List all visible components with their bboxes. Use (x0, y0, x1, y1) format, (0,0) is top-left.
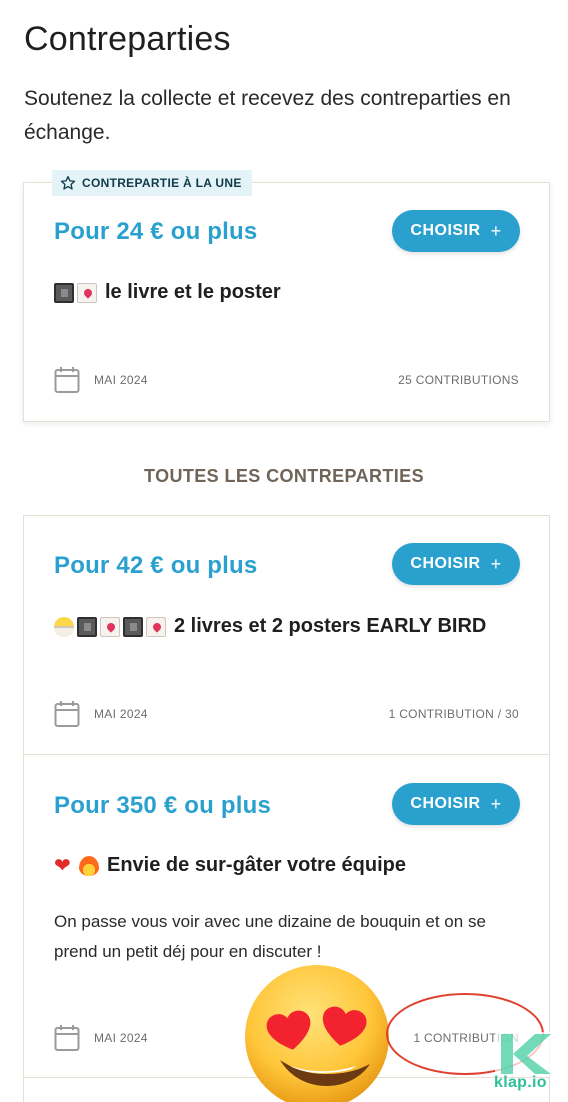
hatching-chick-emoji-icon (54, 616, 74, 637)
choose-button[interactable]: CHOISIR + (392, 543, 520, 585)
contribution-count: 1 CONTRIBUTION / 30 (388, 707, 519, 721)
choose-button[interactable]: CHOISIR + (392, 783, 520, 825)
star-icon (60, 176, 76, 190)
page-subtitle: Soutenez la collecte et recevez des cont… (24, 87, 511, 144)
book-emoji-icon (77, 616, 97, 637)
delivery-date: MAI 2024 (94, 1031, 148, 1045)
plus-icon: + (490, 793, 502, 814)
calendar-icon (54, 1025, 80, 1051)
watermark-text: klap.io (494, 1074, 547, 1091)
choose-button-label: CHOISIR (410, 222, 481, 239)
reward-title: 2 livres et 2 posters EARLY BIRD (174, 615, 487, 637)
reward-title-row: Envie de sur-gâter votre équipe (54, 853, 406, 878)
plus-icon: + (490, 553, 502, 574)
reward-emojis (54, 616, 166, 637)
calendar-icon (54, 701, 80, 727)
delivery-date: MAI 2024 (94, 373, 148, 387)
book-emoji-icon (54, 282, 74, 303)
page-title: Contreparties (24, 20, 231, 58)
reward-meta: MAI 2024 1 CONTRIBUTION / 30 (54, 700, 519, 728)
section-heading: TOUTES LES CONTREPARTIES (144, 466, 424, 486)
book-emoji-icon (123, 616, 143, 637)
delivery-date: MAI 2024 (94, 707, 148, 721)
plus-icon: + (490, 220, 502, 241)
fire-emoji-icon (79, 855, 99, 876)
choose-button-label: CHOISIR (410, 555, 481, 572)
reward-title-row: 2 livres et 2 posters EARLY BIRD (54, 615, 486, 638)
reward-price: Pour 42 € ou plus (54, 552, 258, 579)
featured-reward-card: CONTREPARTIE À LA UNE Pour 24 € ou plus … (23, 170, 550, 422)
reward-title: Envie de sur-gâter votre équipe (107, 854, 406, 876)
featured-badge: CONTREPARTIE À LA UNE (52, 170, 252, 196)
reward-card: Pour 42 € ou plus CHOISIR + 2 livres et … (23, 515, 550, 755)
contribution-count: 25 CONTRIBUTIONS (398, 373, 519, 387)
reward-emojis (54, 282, 97, 303)
calendar-icon (54, 367, 80, 393)
reward-emojis (54, 853, 99, 878)
choose-button-label: CHOISIR (410, 795, 481, 812)
love-letter-emoji-icon (100, 616, 120, 637)
reward-title-row: le livre et le poster (54, 281, 281, 304)
red-heart-emoji-icon (54, 853, 76, 878)
love-letter-emoji-icon (77, 282, 97, 303)
choose-button[interactable]: CHOISIR + (392, 210, 520, 252)
reward-price: Pour 24 € ou plus (54, 218, 258, 245)
love-letter-emoji-icon (146, 616, 166, 637)
heart-eyes-emoji-icon (245, 965, 389, 1102)
reward-description: On passe vous voir avec une dizaine de b… (54, 912, 486, 961)
featured-badge-label: CONTREPARTIE À LA UNE (82, 176, 242, 190)
reward-title: le livre et le poster (105, 281, 281, 303)
reward-meta: MAI 2024 25 CONTRIBUTIONS (54, 366, 519, 394)
reward-price: Pour 350 € ou plus (54, 792, 271, 819)
